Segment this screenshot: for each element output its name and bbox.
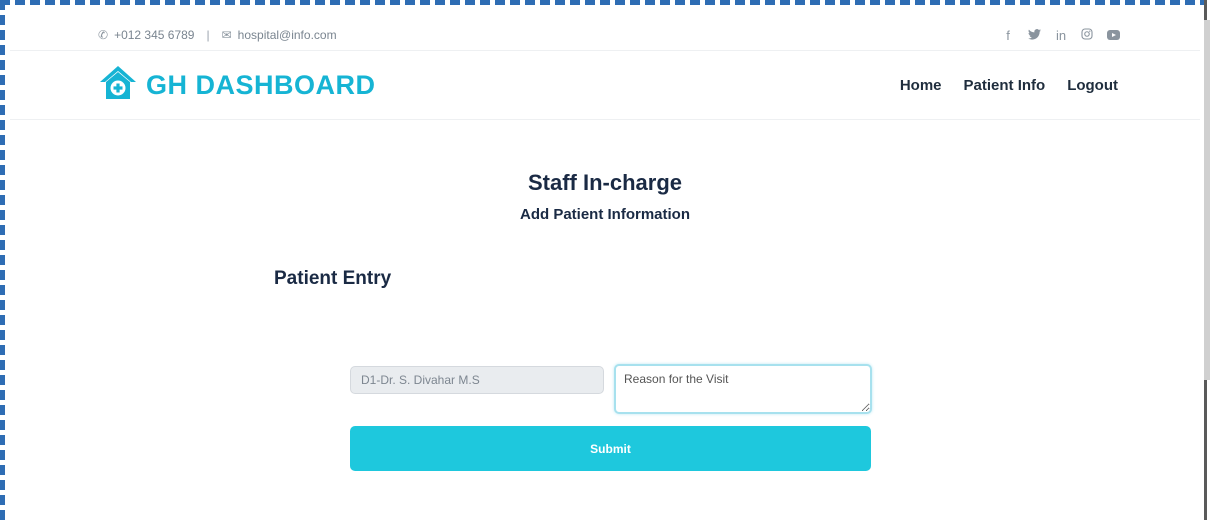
page-subtitle: Add Patient Information [520, 206, 690, 223]
reason-for-visit-input[interactable] [614, 364, 872, 414]
doctor-field[interactable]: D1-Dr. S. Divahar M.S [350, 366, 604, 394]
linkedin-icon[interactable]: in [1055, 28, 1067, 43]
facebook-icon[interactable]: f [1002, 28, 1014, 43]
nav-item-logout[interactable]: Logout [1067, 77, 1118, 94]
phone-icon: ✆ [98, 28, 109, 42]
submit-button[interactable]: Submit [350, 426, 871, 471]
brand-logo[interactable]: GH DASHBOARD [98, 63, 376, 108]
nav-menu: Home Patient Info Logout [900, 77, 1118, 94]
social-links: f in [1002, 28, 1120, 43]
nav-item-home[interactable]: Home [900, 77, 942, 94]
scrollbar[interactable] [1204, 20, 1210, 380]
main-navbar: GH DASHBOARD Home Patient Info Logout [10, 50, 1200, 120]
twitter-icon[interactable] [1028, 28, 1041, 43]
contact-separator: | [206, 28, 210, 42]
youtube-icon[interactable] [1107, 30, 1120, 40]
top-contact-bar: ✆ +012 345 6789 | ✉ hospital@info.com f … [10, 22, 1200, 48]
envelope-icon: ✉ [221, 28, 232, 42]
home-plus-icon [98, 63, 138, 108]
page-title: Staff In-charge [527, 170, 683, 195]
phone-number: +012 345 6789 [114, 28, 195, 42]
contact-info: ✆ +012 345 6789 | ✉ hospital@info.com [98, 28, 337, 42]
nav-item-patient-info[interactable]: Patient Info [964, 77, 1046, 94]
section-title: Patient Entry [274, 268, 392, 289]
email-address: hospital@info.com [237, 28, 337, 42]
brand-name: GH DASHBOARD [146, 69, 376, 100]
instagram-icon[interactable] [1081, 27, 1093, 43]
